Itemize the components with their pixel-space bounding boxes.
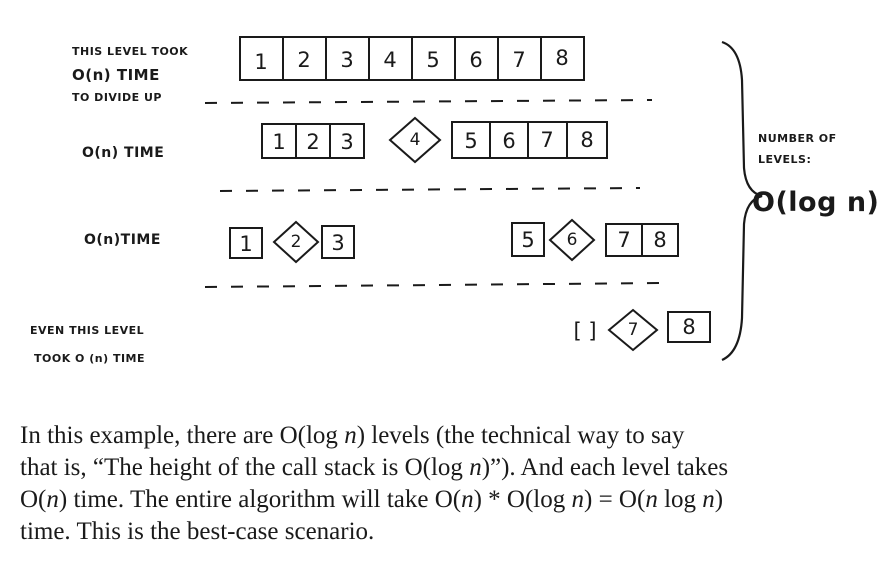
label-level4-line1: EVEN THIS LEVEL	[30, 324, 144, 337]
label-level2: O(n) TIME	[82, 145, 164, 161]
text-run: ) levels (the technical way to say	[356, 422, 685, 449]
level3-cell: 8	[653, 228, 666, 252]
level1-cell: 5	[426, 48, 439, 72]
level3-cell: 3	[331, 231, 344, 255]
text-run: that is, “The height of the call stack i…	[20, 454, 470, 481]
level1-cell: 7	[512, 48, 525, 72]
level4-pivot: 7	[607, 308, 659, 352]
level3-pivot-b-value: 6	[567, 230, 578, 250]
brace-big-label: O(log n)	[752, 187, 879, 218]
italic-n: n	[702, 486, 715, 513]
level1-cell: 6	[469, 48, 482, 72]
level2-pivot: 4	[388, 116, 442, 164]
label-level3: O(n)TIME	[84, 232, 161, 248]
label-level4-line2: TOOK O (n) TIME	[34, 352, 145, 365]
level1-cell: 4	[383, 48, 396, 72]
italic-n: n	[571, 486, 585, 513]
italic-n: n	[645, 486, 658, 513]
level3-pivot-b: 6	[548, 218, 596, 262]
text-run: ) = O(	[584, 486, 646, 513]
level4-right-single: 8	[667, 311, 711, 343]
text-run: ) time. The entire algorithm will take O…	[58, 486, 462, 513]
level2-cell: 8	[580, 128, 593, 152]
level2-pivot-value: 4	[410, 130, 421, 150]
level3-left-single-b: 3	[321, 225, 355, 259]
level3-cell: 1	[239, 232, 252, 256]
level2-cell: 1	[272, 130, 285, 154]
level3-left-single-a: 1	[229, 227, 263, 259]
level2-cell: 2	[306, 130, 319, 154]
level1-cell: 8	[555, 46, 568, 70]
level3-cell: 5	[521, 228, 534, 252]
level4-cell: 8	[682, 315, 695, 339]
level3-pivot-a: 2	[272, 220, 320, 264]
level3-pivot-a-value: 2	[291, 232, 302, 252]
paragraph-line: In this example, there are O(log n) leve…	[20, 420, 865, 452]
level-divider	[204, 99, 653, 104]
level2-cell: 5	[464, 129, 477, 153]
level1-array: 1 2 3 4 5 6 7 8	[239, 36, 585, 81]
label-level1-line3: TO DIVIDE UP	[72, 91, 162, 104]
text-run: )”). And each level takes	[481, 454, 729, 481]
text-run: In this example, there are O(log	[20, 422, 345, 449]
explanation-paragraph: In this example, there are O(log n) leve…	[20, 420, 865, 548]
italic-n: n	[46, 486, 59, 513]
label-level1-line1: THIS LEVEL TOOK	[72, 45, 188, 58]
italic-n: n	[469, 454, 482, 481]
level3-right-pair: 7 8	[605, 223, 679, 257]
level1-cell: 2	[297, 48, 310, 72]
text-run: log	[657, 486, 703, 513]
level2-cell: 7	[540, 128, 553, 152]
level2-right-array: 5 6 7 8	[451, 121, 608, 159]
text-run: ) * O(log	[473, 486, 572, 513]
text-run: O(	[20, 486, 47, 513]
paragraph-line: that is, “The height of the call stack i…	[20, 452, 865, 484]
italic-n: n	[461, 486, 474, 513]
paragraph-line: time. This is the best-case scenario.	[20, 518, 375, 545]
level-divider	[219, 187, 641, 192]
brace-label-line2: LEVELS:	[758, 153, 811, 166]
italic-n: n	[344, 422, 357, 449]
level2-cell: 6	[502, 129, 515, 153]
quicksort-levels-diagram: THIS LEVEL TOOK O(n) TIME TO DIVIDE UP O…	[30, 36, 879, 365]
level1-cell: 1	[254, 50, 267, 74]
text-run: )	[714, 486, 724, 513]
level3-right-single-a: 5	[511, 222, 545, 257]
level1-cell: 3	[340, 48, 353, 72]
brace-label-line1: NUMBER OF	[758, 132, 837, 145]
level2-cell: 3	[340, 130, 353, 154]
level4-empty-array: [ ]	[573, 319, 596, 343]
level-divider	[204, 282, 666, 288]
level4-pivot-value: 7	[628, 320, 639, 340]
level3-cell: 7	[617, 228, 630, 252]
level2-left-array: 1 2 3	[261, 123, 365, 159]
label-level1-line2: O(n) TIME	[72, 66, 160, 84]
paragraph-line: O(n) time. The entire algorithm will tak…	[20, 484, 865, 516]
